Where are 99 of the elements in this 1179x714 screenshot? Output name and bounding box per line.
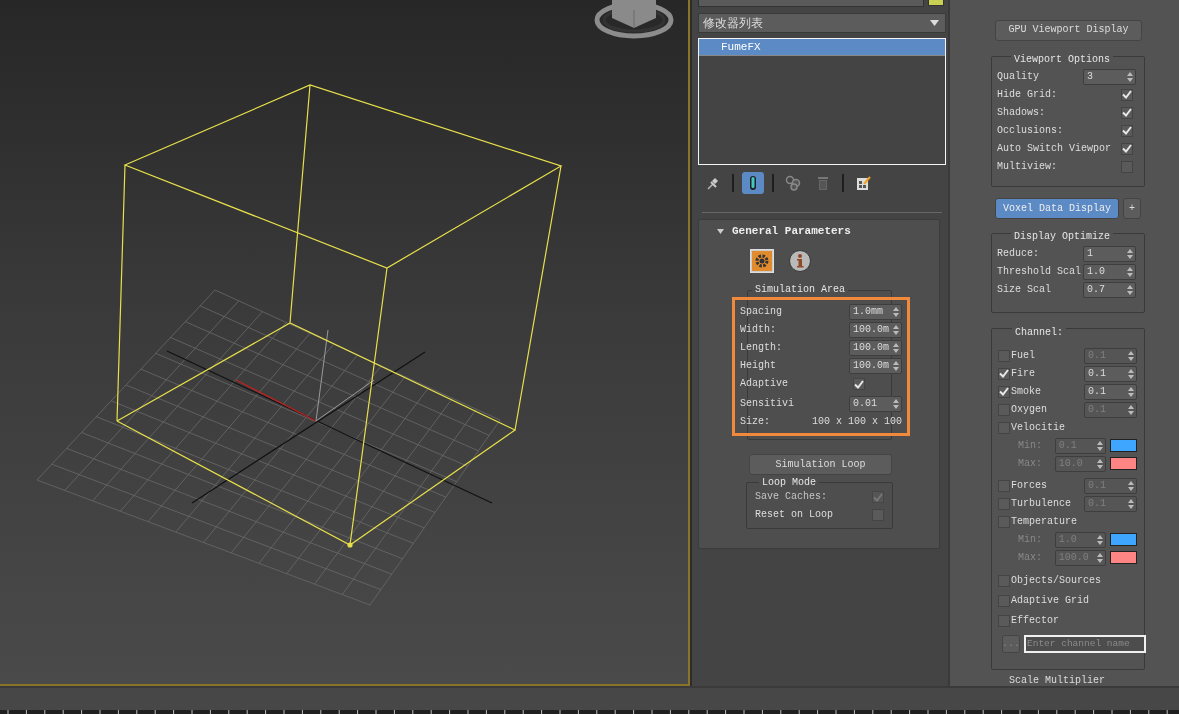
gear-icon	[751, 250, 773, 272]
channel-label: Fuel	[1011, 350, 1035, 361]
spinner-arrows-icon	[1128, 386, 1134, 397]
channel-label: Effector	[1011, 615, 1059, 626]
checkbox[interactable]	[998, 385, 1010, 398]
channel-label: Objects/Sources	[1011, 575, 1101, 586]
checkbox[interactable]	[853, 378, 865, 390]
spinner-field[interactable]: 100.0m	[849, 358, 902, 374]
collapse-arrow-icon[interactable]	[717, 228, 724, 234]
group-title: Viewport Options	[1011, 54, 1113, 65]
spinner-arrows-icon	[893, 361, 899, 371]
color-swatch[interactable]	[1110, 439, 1137, 453]
spinner-field[interactable]: 0.7	[1083, 282, 1136, 299]
field-label: Spacing	[740, 307, 782, 317]
spinner-arrows-icon	[893, 399, 899, 409]
spinner-arrows-icon	[893, 343, 899, 353]
spinner-arrows-icon	[1128, 404, 1134, 415]
field-label: Adaptive	[740, 379, 788, 389]
spinner-field[interactable]: 0.01	[849, 396, 902, 412]
field-label: Save Caches:	[755, 492, 827, 502]
spinner-arrows-icon	[1097, 552, 1104, 563]
group-title: Simulation Area	[752, 285, 848, 295]
field-label: Size Scal	[997, 285, 1051, 296]
dropdown-value: 修改器列表	[703, 17, 763, 29]
channel-label: Turbulence	[1011, 498, 1071, 509]
spinner-field[interactable]: 3	[1083, 68, 1136, 85]
spinner-field[interactable]: 1.0	[1083, 264, 1136, 281]
field-label: Threshold Scal	[997, 267, 1081, 278]
color-swatch[interactable]	[1110, 551, 1137, 565]
spinner-field[interactable]: 1.0mm	[849, 304, 902, 320]
spinner-field[interactable]: 100.0m	[849, 322, 902, 338]
color-swatch[interactable]	[1110, 533, 1137, 547]
modifier-dropdown[interactable]: 修改器列表	[698, 13, 946, 33]
checkbox[interactable]	[1121, 88, 1133, 101]
field-label: Height	[740, 361, 776, 371]
panel-tab[interactable]	[751, 250, 773, 272]
trash-icon	[815, 175, 831, 191]
field-label: Reset on Loop	[755, 510, 833, 520]
channel-label: Temperature	[1011, 516, 1077, 527]
spinner-arrows-icon	[1097, 458, 1104, 469]
panel-tab[interactable]	[789, 250, 811, 272]
field-label: Hide Grid:	[997, 89, 1057, 100]
checkbox[interactable]	[1121, 124, 1133, 137]
color-swatch[interactable]	[1110, 457, 1137, 471]
toolbar-button[interactable]	[742, 172, 764, 194]
spinner-field[interactable]: 100.0m	[849, 340, 902, 356]
spinner-arrows-icon	[1097, 440, 1104, 451]
field-label: Shadows:	[997, 107, 1045, 118]
stack-item[interactable]: FumeFX	[699, 39, 945, 56]
spinner-arrows-icon	[1127, 71, 1133, 82]
checkbox[interactable]	[1121, 106, 1133, 119]
spinner-field[interactable]: 0.1	[1084, 365, 1137, 382]
spinner-arrows-icon	[1127, 267, 1133, 278]
caret-icon	[930, 20, 939, 26]
channel-label: Velocitie	[1011, 422, 1065, 433]
spinner-arrows-icon	[893, 325, 899, 335]
field-label: Occlusions:	[997, 125, 1063, 136]
spinner-arrows-icon	[1128, 498, 1134, 509]
viewport[interactable]	[0, 0, 690, 686]
viewcube-icon[interactable]	[594, 0, 674, 39]
checkbox[interactable]	[1121, 142, 1133, 155]
group-title: Display Optimize	[1011, 232, 1113, 243]
voxel-display-button[interactable]: Voxel Data Display	[995, 198, 1119, 220]
spinner-arrows-icon	[1128, 350, 1134, 361]
add-button[interactable]: +	[1123, 198, 1141, 220]
spinner-field[interactable]: 1	[1083, 246, 1136, 263]
field-label: Sensitivi	[740, 399, 794, 409]
group-title: Loop Mode	[759, 478, 819, 488]
spinner-arrows-icon	[1128, 368, 1134, 379]
field-label: Size:	[740, 417, 770, 427]
field-label: Reduce:	[997, 249, 1039, 260]
group-title: Channel:	[1012, 327, 1066, 338]
field-label: Length:	[740, 343, 782, 353]
field-label: Auto Switch Viewpor	[997, 143, 1112, 154]
checkbox[interactable]	[998, 367, 1010, 380]
spinner-arrows-icon	[1127, 285, 1133, 296]
field-label: Width:	[740, 325, 776, 335]
channel-label: Forces	[1011, 480, 1047, 491]
editor-icon	[855, 175, 871, 191]
channel-label: Smoke	[1011, 386, 1041, 397]
channel-label: Adaptive Grid	[1011, 595, 1089, 606]
spinner-arrows-icon	[1128, 480, 1134, 491]
spinner-arrows-icon	[1127, 249, 1133, 260]
field-label: Multiview:	[997, 161, 1057, 172]
gpu-display-button[interactable]: GPU Viewport Display	[995, 20, 1142, 41]
group-title: Scale Multiplier	[1009, 676, 1106, 686]
info-icon	[789, 250, 811, 272]
channel-label: Oxygen	[1011, 404, 1047, 415]
field-label: Quality	[997, 71, 1039, 82]
channel-label: Fire	[1011, 368, 1035, 379]
simulation-loop-button[interactable]: Simulation Loop	[749, 454, 892, 475]
pin-icon	[705, 175, 721, 191]
spinner-arrows-icon	[1097, 534, 1104, 545]
spinner-field[interactable]: 0.1	[1084, 383, 1137, 400]
modifier-stack-list[interactable]: FumeFX	[698, 38, 946, 165]
rollout-title[interactable]: General Parameters	[732, 225, 851, 237]
size-value: 100 x 100 x 100	[812, 417, 902, 427]
spheres-icon	[785, 175, 801, 191]
spinner-arrows-icon	[893, 307, 899, 317]
